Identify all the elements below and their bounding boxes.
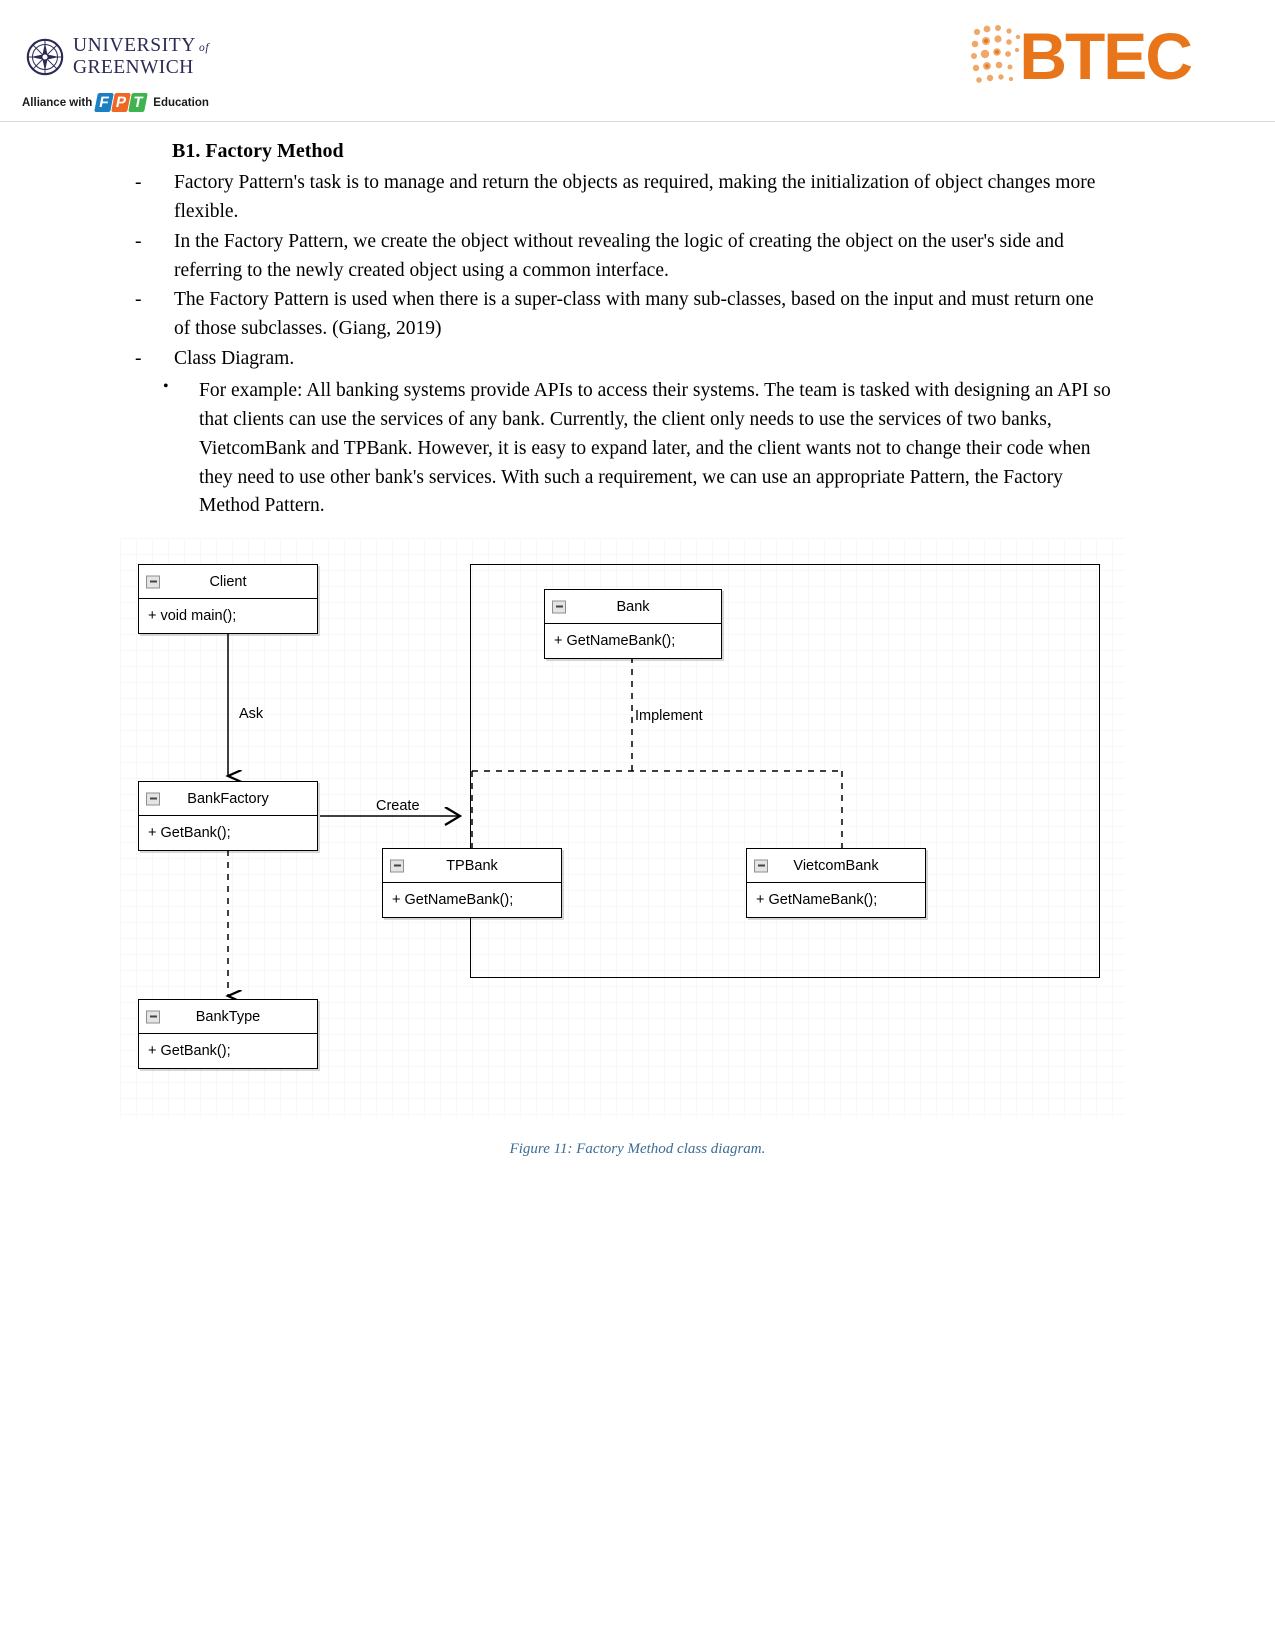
uml-class-name: VietcomBank (793, 857, 879, 874)
uml-class-title: Client (139, 565, 317, 599)
list-item-text: Factory Pattern's task is to manage and … (174, 172, 1096, 222)
dash-marker: - (135, 230, 142, 252)
btec-logo: BTEC (971, 19, 1193, 93)
university-of-word: of (199, 42, 210, 54)
uml-class-title: BankType (139, 1000, 317, 1034)
collapse-minus-icon[interactable] (754, 859, 768, 872)
uml-class-member: + GetNameBank(); (554, 633, 676, 649)
university-word: UNIVERSITY (73, 35, 196, 56)
uml-class-name: BankFactory (187, 790, 269, 807)
uml-class-bank[interactable]: Bank + GetNameBank(); (544, 589, 722, 659)
collapse-minus-icon[interactable] (552, 600, 566, 613)
collapse-minus-icon[interactable] (146, 792, 160, 805)
uml-class-member: + GetBank(); (148, 825, 231, 841)
list-item: • For example: All banking systems provi… (163, 377, 1111, 521)
factory-method-class-diagram: Client + void main(); BankFactory + GetB… (120, 538, 1125, 1118)
uml-class-name: BankType (195, 1008, 261, 1025)
collapse-minus-icon[interactable] (390, 859, 404, 872)
uml-class-vietcombank[interactable]: VietcomBank + GetNameBank(); (746, 848, 926, 918)
btec-dot-pattern-icon (971, 25, 1021, 83)
list-item: - The Factory Pattern is used when there… (135, 286, 1110, 344)
collapse-minus-icon[interactable] (146, 575, 160, 588)
dash-bullet-list: - Factory Pattern's task is to manage an… (0, 169, 1275, 374)
list-item: - Class Diagram. (135, 345, 1110, 374)
uml-class-title: BankFactory (139, 782, 317, 816)
list-item-text: The Factory Pattern is used when there i… (174, 289, 1094, 340)
bullet-sub-list: • For example: All banking systems provi… (0, 377, 1275, 521)
uml-class-title: Bank (545, 590, 721, 624)
list-item-text: For example: All banking systems provide… (199, 380, 1111, 517)
edge-label-create: Create (376, 798, 420, 814)
fpt-letter-t: T (128, 93, 149, 112)
btec-wordmark: BTEC (1019, 19, 1193, 93)
dash-marker: - (135, 348, 142, 370)
figure-caption: Figure 11: Factory Method class diagram. (509, 1141, 766, 1157)
uml-class-name: Client (209, 573, 247, 590)
list-item: - Factory Pattern's task is to manage an… (135, 169, 1110, 227)
alliance-with-label: Alliance with (22, 96, 93, 109)
fpt-education-logo: Alliance with F P T Education (22, 93, 209, 112)
uml-class-bankfactory[interactable]: BankFactory + GetBank(); (138, 781, 318, 851)
uml-class-member: + GetNameBank(); (392, 892, 514, 908)
greenwich-word: GREENWICH (73, 56, 194, 78)
document-content: B1. Factory Method - Factory Pattern's t… (0, 138, 1275, 521)
header-divider (0, 121, 1275, 122)
uml-class-client[interactable]: Client + void main(); (138, 564, 318, 634)
uml-class-title: TPBank (383, 849, 561, 883)
uml-class-banktype[interactable]: BankType + GetBank(); (138, 999, 318, 1069)
uml-class-member: + void main(); (148, 608, 237, 624)
fpt-mark-icon: F P T (94, 93, 149, 112)
uml-class-tpbank[interactable]: TPBank + GetNameBank(); (382, 848, 562, 918)
university-of-greenwich-logo: UNIVERSITY of GREENWICH (26, 36, 209, 77)
list-item-text: Class Diagram. (174, 348, 295, 370)
edge-label-ask: Ask (239, 706, 264, 722)
bullet-marker: • (163, 378, 169, 396)
list-item-text: In the Factory Pattern, we create the ob… (174, 230, 1064, 281)
page-header: UNIVERSITY of GREENWICH Alliance with F … (0, 0, 1275, 125)
uml-class-member: + GetNameBank(); (756, 892, 878, 908)
uml-class-name: Bank (616, 598, 650, 615)
dash-marker: - (135, 289, 142, 311)
dash-marker: - (135, 172, 142, 193)
uml-class-title: VietcomBank (747, 849, 925, 883)
section-heading: B1. Factory Method (172, 140, 344, 162)
uml-class-member: + GetBank(); (148, 1043, 231, 1059)
compass-rose-icon (26, 38, 64, 76)
uml-class-name: TPBank (446, 857, 498, 874)
collapse-minus-icon[interactable] (146, 1010, 160, 1023)
education-label: Education (153, 96, 209, 109)
edge-label-implement: Implement (635, 708, 703, 724)
list-item: - In the Factory Pattern, we create the … (135, 228, 1110, 286)
